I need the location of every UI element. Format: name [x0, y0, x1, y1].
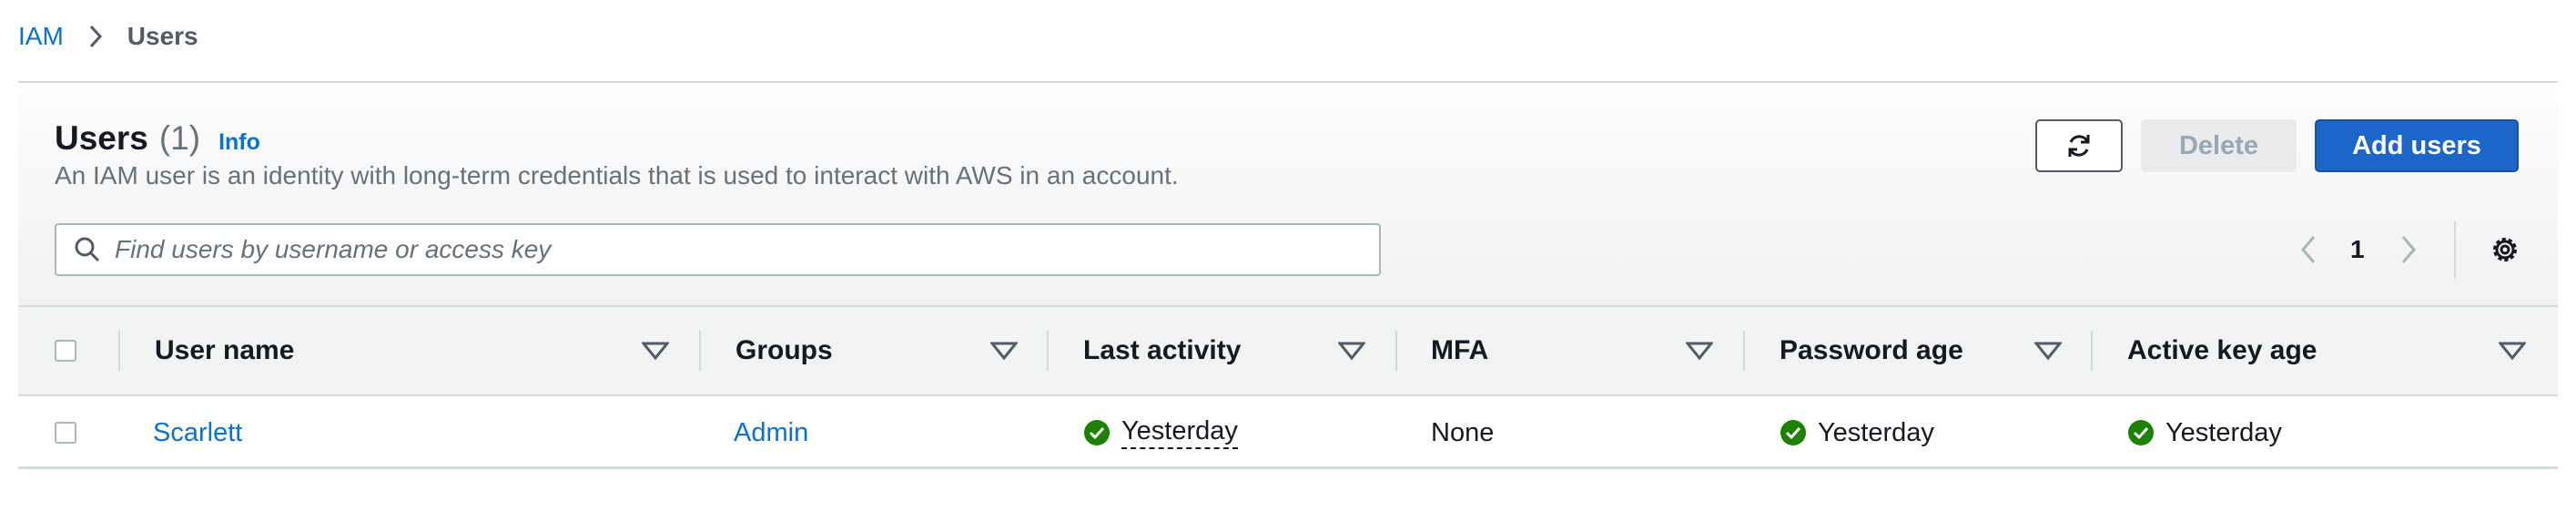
column-divider	[1743, 331, 1745, 371]
table-header: User name Groups Last activity MFA Passw…	[18, 305, 2558, 396]
panel-description: An IAM user is an identity with long-ter…	[55, 161, 1179, 189]
column-header-mfa[interactable]: MFA	[1431, 307, 1488, 394]
password-age-value: Yesterday	[1818, 417, 1934, 447]
chevron-right-icon	[87, 24, 107, 49]
sort-caret-icon	[1686, 342, 1713, 361]
breadcrumb: IAM Users	[18, 0, 198, 73]
column-header-groups[interactable]: Groups	[735, 307, 833, 394]
sort-caret-icon	[2034, 342, 2062, 361]
password-age-cell: Yesterday	[1780, 396, 1934, 469]
gear-icon	[2493, 238, 2517, 261]
column-divider	[2091, 331, 2093, 371]
pagination-divider	[2454, 221, 2456, 278]
add-users-button[interactable]: Add users	[2315, 119, 2519, 172]
column-divider	[1047, 331, 1049, 371]
last-activity-value[interactable]: Yesterday	[1121, 416, 1238, 449]
column-header-user-name[interactable]: User name	[155, 307, 294, 394]
user-count: (1)	[158, 119, 201, 157]
panel-header: Users (1) Info	[55, 119, 260, 158]
column-header-active-key-age[interactable]: Active key age	[2127, 307, 2317, 394]
current-page-number[interactable]: 1	[2350, 227, 2365, 272]
column-divider	[1395, 331, 1397, 371]
column-header-last-activity[interactable]: Last activity	[1083, 307, 1241, 394]
table-row: Scarlett Admin Yesterday None Yesterday …	[18, 396, 2558, 469]
info-link[interactable]: Info	[218, 129, 260, 156]
sort-caret-icon	[990, 342, 1018, 361]
next-page-button[interactable]	[2399, 227, 2426, 272]
search-field[interactable]	[55, 223, 1381, 276]
chevron-left-icon	[2301, 236, 2316, 263]
success-check-icon	[2128, 420, 2154, 445]
column-divider	[118, 331, 120, 371]
sort-caret-icon	[2499, 342, 2526, 361]
success-check-icon	[1084, 420, 1110, 445]
sort-caret-icon	[1338, 342, 1365, 361]
users-table-container: Users (1) Info An IAM user is an identit…	[18, 81, 2558, 469]
column-divider	[699, 331, 701, 371]
search-input[interactable]	[113, 234, 1373, 265]
breadcrumb-current: Users	[127, 22, 198, 50]
refresh-icon	[2068, 135, 2090, 157]
active-key-age-value: Yesterday	[2165, 417, 2282, 447]
user-name-link[interactable]: Scarlett	[153, 418, 242, 448]
settings-button[interactable]	[2487, 231, 2523, 268]
refresh-button[interactable]	[2035, 119, 2123, 172]
last-activity-cell: Yesterday	[1083, 396, 1238, 469]
column-header-password-age[interactable]: Password age	[1780, 307, 1963, 394]
chevron-right-icon	[2401, 236, 2416, 263]
previous-page-button[interactable]	[2298, 227, 2326, 272]
success-check-icon	[1780, 420, 1806, 445]
select-all-checkbox[interactable]	[55, 340, 76, 362]
search-icon	[73, 235, 102, 264]
breadcrumb-iam-link[interactable]: IAM	[18, 22, 64, 51]
page-title: Users	[55, 119, 148, 157]
delete-button[interactable]: Delete	[2141, 119, 2297, 172]
active-key-age-cell: Yesterday	[2127, 396, 2282, 469]
row-checkbox[interactable]	[55, 422, 76, 444]
group-link[interactable]: Admin	[734, 418, 808, 448]
sort-caret-icon	[642, 342, 669, 361]
mfa-value: None	[1431, 417, 1495, 447]
